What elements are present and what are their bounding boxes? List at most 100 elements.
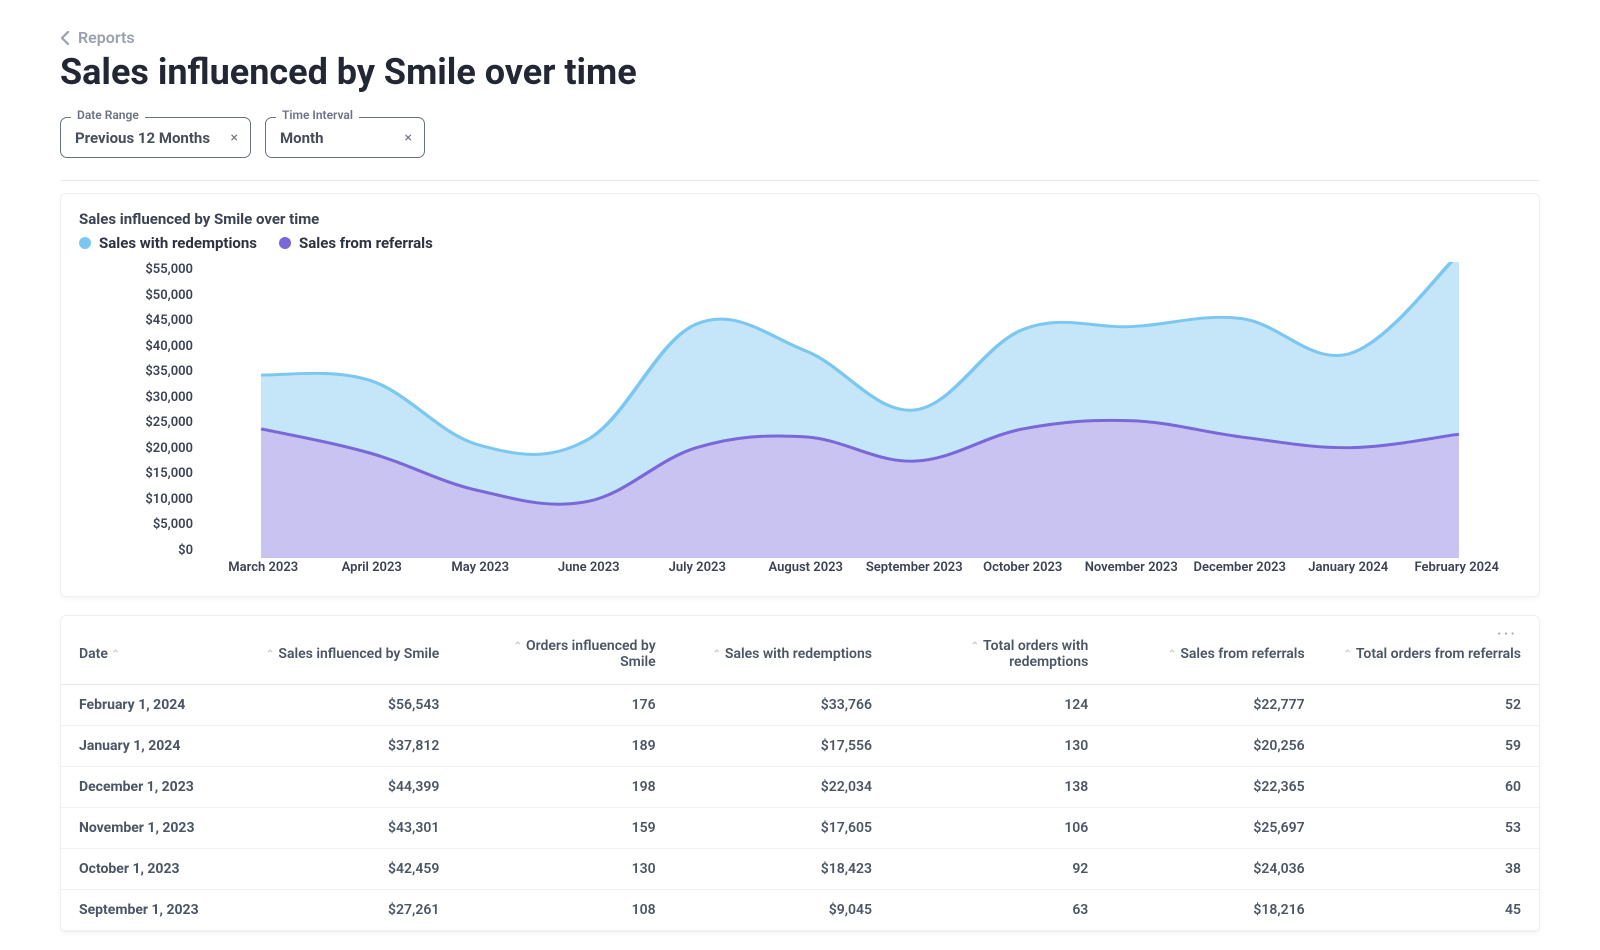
column-header[interactable]: ⌃Sales influenced by Smile xyxy=(241,620,457,685)
sort-icon: ⌃ xyxy=(1343,649,1351,660)
row-value: 53 xyxy=(1323,808,1539,849)
x-tick-label: August 2023 xyxy=(752,560,861,575)
x-tick-label: March 2023 xyxy=(209,560,318,575)
data-table: Date ⌃⌃Sales influenced by Smile⌃Orders … xyxy=(61,620,1539,931)
y-tick-label: $20,000 xyxy=(145,441,193,456)
filter-time-interval-legend: Time Interval xyxy=(276,108,359,122)
table-row[interactable]: January 1, 2024$37,812189$17,556130$20,2… xyxy=(61,726,1539,767)
column-header[interactable]: ⌃Total orders with redemptions xyxy=(890,620,1106,685)
y-tick-label: $40,000 xyxy=(145,339,193,354)
filter-time-interval[interactable]: Time Interval Month × xyxy=(265,117,425,158)
y-tick-label: $45,000 xyxy=(145,313,193,328)
row-date: December 1, 2023 xyxy=(61,767,241,808)
chart-plot[interactable] xyxy=(209,262,1511,558)
sort-icon: ⌃ xyxy=(971,641,979,652)
y-tick-label: $5,000 xyxy=(153,517,193,532)
table-card: ··· Date ⌃⌃Sales influenced by Smile⌃Ord… xyxy=(60,615,1540,932)
row-date: January 1, 2024 xyxy=(61,726,241,767)
breadcrumb-label: Reports xyxy=(78,28,135,47)
close-icon[interactable]: × xyxy=(405,130,412,146)
table-row[interactable]: November 1, 2023$43,301159$17,605106$25,… xyxy=(61,808,1539,849)
chart-legend: Sales with redemptions Sales from referr… xyxy=(79,234,1521,252)
divider xyxy=(60,180,1540,181)
column-header[interactable]: ⌃Sales from referrals xyxy=(1106,620,1322,685)
row-value: 45 xyxy=(1323,890,1539,931)
row-value: $18,216 xyxy=(1106,890,1322,931)
row-date: September 1, 2023 xyxy=(61,890,241,931)
table-row[interactable]: February 1, 2024$56,543176$33,766124$22,… xyxy=(61,685,1539,726)
column-header[interactable]: ⌃Orders influenced by Smile xyxy=(457,620,673,685)
sort-icon: ⌃ xyxy=(266,649,274,660)
row-value: 176 xyxy=(457,685,673,726)
row-value: 38 xyxy=(1323,849,1539,890)
y-tick-label: $15,000 xyxy=(145,466,193,481)
filter-time-interval-value: Month xyxy=(280,129,323,147)
row-value: 106 xyxy=(890,808,1106,849)
x-tick-label: September 2023 xyxy=(860,560,969,575)
table-row[interactable]: October 1, 2023$42,459130$18,42392$24,03… xyxy=(61,849,1539,890)
x-tick-label: May 2023 xyxy=(426,560,535,575)
row-value: $27,261 xyxy=(241,890,457,931)
legend-dot-icon xyxy=(79,237,91,249)
row-value: 60 xyxy=(1323,767,1539,808)
row-value: 189 xyxy=(457,726,673,767)
x-tick-label: June 2023 xyxy=(535,560,644,575)
y-tick-label: $35,000 xyxy=(145,364,193,379)
y-tick-label: $55,000 xyxy=(145,262,193,277)
row-value: 159 xyxy=(457,808,673,849)
row-value: 63 xyxy=(890,890,1106,931)
chart-y-axis: $55,000$50,000$45,000$40,000$35,000$30,0… xyxy=(79,262,199,558)
row-date: November 1, 2023 xyxy=(61,808,241,849)
row-value: 92 xyxy=(890,849,1106,890)
sort-icon: ⌃ xyxy=(1168,649,1176,660)
x-tick-label: December 2023 xyxy=(1186,560,1295,575)
table-row[interactable]: September 1, 2023$27,261108$9,04563$18,2… xyxy=(61,890,1539,931)
x-tick-label: October 2023 xyxy=(969,560,1078,575)
row-value: $44,399 xyxy=(241,767,457,808)
row-value: $22,365 xyxy=(1106,767,1322,808)
table-row[interactable]: December 1, 2023$44,399198$22,034138$22,… xyxy=(61,767,1539,808)
y-tick-label: $10,000 xyxy=(145,492,193,507)
x-tick-label: January 2024 xyxy=(1294,560,1403,575)
row-value: 130 xyxy=(457,849,673,890)
row-value: 108 xyxy=(457,890,673,931)
sort-icon: ⌃ xyxy=(111,649,119,660)
y-tick-label: $0 xyxy=(178,543,193,558)
chart-x-axis: March 2023April 2023May 2023June 2023Jul… xyxy=(209,560,1511,588)
legend-item-referrals[interactable]: Sales from referrals xyxy=(279,234,433,252)
row-value: $22,777 xyxy=(1106,685,1322,726)
legend-label: Sales with redemptions xyxy=(99,234,257,252)
column-header[interactable]: ⌃Total orders from referrals xyxy=(1323,620,1539,685)
y-tick-label: $30,000 xyxy=(145,390,193,405)
column-header[interactable]: Date ⌃ xyxy=(61,620,241,685)
page-title: Sales influenced by Smile over time xyxy=(60,51,1540,93)
filter-date-range-legend: Date Range xyxy=(71,108,145,122)
row-value: $9,045 xyxy=(674,890,890,931)
column-header[interactable]: ⌃Sales with redemptions xyxy=(674,620,890,685)
x-tick-label: July 2023 xyxy=(643,560,752,575)
row-value: $42,459 xyxy=(241,849,457,890)
row-value: $18,423 xyxy=(674,849,890,890)
sort-icon: ⌃ xyxy=(713,649,721,660)
x-tick-label: February 2024 xyxy=(1403,560,1512,575)
row-value: $22,034 xyxy=(674,767,890,808)
row-value: $37,812 xyxy=(241,726,457,767)
row-value: 138 xyxy=(890,767,1106,808)
filter-date-range-value: Previous 12 Months xyxy=(75,129,210,147)
row-value: $33,766 xyxy=(674,685,890,726)
sort-icon: ⌃ xyxy=(514,641,522,652)
row-value: $25,697 xyxy=(1106,808,1322,849)
y-tick-label: $25,000 xyxy=(145,415,193,430)
row-value: $43,301 xyxy=(241,808,457,849)
row-value: 59 xyxy=(1323,726,1539,767)
x-tick-label: November 2023 xyxy=(1077,560,1186,575)
legend-item-redemptions[interactable]: Sales with redemptions xyxy=(79,234,257,252)
legend-label: Sales from referrals xyxy=(299,234,433,252)
row-value: $17,556 xyxy=(674,726,890,767)
breadcrumb-back[interactable]: Reports xyxy=(60,28,135,47)
close-icon[interactable]: × xyxy=(231,130,238,146)
row-value: $56,543 xyxy=(241,685,457,726)
filter-date-range[interactable]: Date Range Previous 12 Months × xyxy=(60,117,251,158)
row-value: 130 xyxy=(890,726,1106,767)
chevron-left-icon xyxy=(60,31,72,45)
